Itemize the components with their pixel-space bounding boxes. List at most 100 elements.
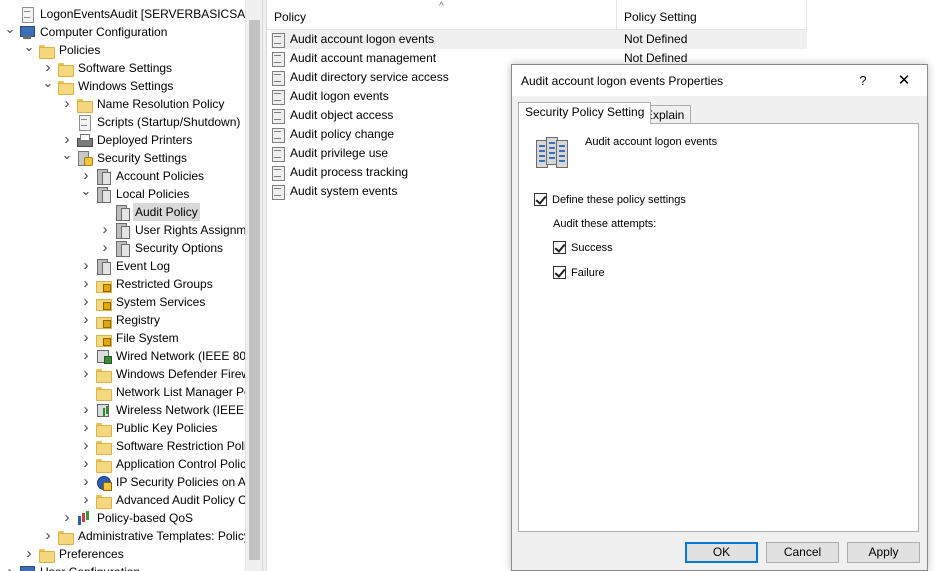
tree-node[interactable]: ⌄ Policies xyxy=(23,38,102,59)
tree-node-label: Public Key Policies xyxy=(116,421,218,435)
tree-node[interactable]: › Security Options xyxy=(99,239,225,257)
policy-row[interactable]: Audit account management Not Defined xyxy=(271,49,687,68)
policy-row[interactable]: Audit privilege use xyxy=(271,144,388,163)
tree-node[interactable]: › System Services xyxy=(80,293,207,311)
tree-node[interactable]: › Wireless Network (IEEE 802.11) Policies xyxy=(80,401,263,419)
policy-row[interactable]: Audit process tracking xyxy=(271,163,408,182)
tree-node[interactable]: ⌄ Local Policies xyxy=(80,182,191,203)
expand-chevron-icon[interactable]: › xyxy=(80,419,92,437)
column-header-policy-setting[interactable]: Policy Setting xyxy=(617,0,807,30)
success-checkbox[interactable] xyxy=(553,241,566,254)
policy-row[interactable]: Audit object access xyxy=(271,106,393,125)
expand-chevron-icon[interactable]: › xyxy=(80,437,92,455)
tree-node[interactable]: › Policy-based QoS xyxy=(61,509,195,527)
dialog-title: Audit account logon events Properties xyxy=(521,74,724,88)
tree-node[interactable]: Audit Policy xyxy=(99,203,200,221)
locked-folder-icon xyxy=(95,312,112,329)
failure-checkbox[interactable] xyxy=(553,266,566,279)
dialog-titlebar[interactable]: Audit account logon events Properties ? … xyxy=(512,65,927,96)
expand-chevron-icon[interactable]: › xyxy=(23,545,35,563)
tree-node[interactable]: › Software Restriction Policies xyxy=(80,437,262,455)
expand-chevron-icon[interactable]: › xyxy=(61,509,73,527)
expand-chevron-icon[interactable]: › xyxy=(80,491,92,509)
collapse-chevron-icon[interactable]: ⌄ xyxy=(4,20,16,38)
tree-node[interactable]: Network List Manager Policies xyxy=(80,383,262,401)
tree-node[interactable]: › Registry xyxy=(80,311,162,329)
folder-icon xyxy=(95,366,112,383)
expand-chevron-icon[interactable]: › xyxy=(99,221,111,239)
tree-node[interactable]: › Deployed Printers xyxy=(61,131,194,149)
tree-node[interactable]: › File System xyxy=(80,329,181,347)
define-policy-checkbox[interactable] xyxy=(534,193,547,206)
tree-node[interactable]: › Advanced Audit Policy Configuration xyxy=(80,491,262,509)
tree-node[interactable]: › Wired Network (IEEE 802.3) Policies xyxy=(80,347,262,365)
collapse-chevron-icon[interactable]: ⌄ xyxy=(61,146,73,164)
policy-row[interactable]: Audit logon events xyxy=(271,87,389,106)
ok-button[interactable]: OK xyxy=(685,542,758,563)
expand-chevron-icon[interactable]: › xyxy=(80,455,92,473)
tree-node-label: Security Settings xyxy=(97,151,188,165)
success-checkbox-row[interactable]: Success xyxy=(553,241,613,254)
define-policy-label[interactable]: Define these policy settings xyxy=(552,194,686,206)
expand-chevron-icon[interactable]: › xyxy=(80,293,92,311)
policy-row[interactable]: Audit system events xyxy=(271,182,397,201)
tree-node[interactable]: › Software Settings xyxy=(42,59,174,77)
tree-node[interactable]: › IP Security Policies on Active Director… xyxy=(80,473,262,491)
expand-chevron-icon[interactable]: › xyxy=(80,257,92,275)
tab-security-policy-setting[interactable]: Security Policy Setting xyxy=(518,102,652,124)
expand-chevron-icon[interactable]: › xyxy=(61,95,73,113)
tree-node-label: Restricted Groups xyxy=(116,277,213,291)
tree-node[interactable]: Scripts (Startup/Shutdown) xyxy=(61,113,242,131)
tree-node[interactable]: LogonEventsAudit [SERVERBASICSAD.INFO] xyxy=(4,5,262,23)
tree-node[interactable]: ⌄ Security Settings xyxy=(61,146,189,167)
collapse-chevron-icon[interactable]: ⌄ xyxy=(42,74,54,92)
define-policy-checkbox-row[interactable]: Define these policy settings xyxy=(534,193,686,206)
policy-name: Audit system events xyxy=(290,184,398,198)
expand-chevron-icon[interactable]: › xyxy=(80,275,92,293)
expand-chevron-icon[interactable]: › xyxy=(4,563,16,571)
tree-node[interactable]: › Restricted Groups xyxy=(80,275,215,293)
collapse-chevron-icon[interactable]: ⌄ xyxy=(23,38,35,56)
tree-scrollbar-thumb[interactable] xyxy=(249,20,260,560)
qos-chart-icon xyxy=(76,510,92,526)
expand-chevron-icon[interactable]: › xyxy=(80,401,92,419)
printer-icon xyxy=(76,132,93,148)
apply-button[interactable]: Apply xyxy=(847,542,920,563)
tree-node[interactable]: ⌄ Windows Settings xyxy=(42,74,175,95)
help-button[interactable]: ? xyxy=(852,70,874,92)
failure-label[interactable]: Failure xyxy=(571,267,605,279)
policy-stack-icon xyxy=(114,240,130,257)
policy-row[interactable]: Audit account logon events Not Defined xyxy=(271,30,807,49)
cancel-button[interactable]: Cancel xyxy=(766,542,839,563)
close-button[interactable]: ✕ xyxy=(892,70,916,92)
tree-node[interactable]: › Windows Defender Firewall with Advanced… xyxy=(80,365,262,383)
audit-policy-icon xyxy=(271,127,285,143)
expand-chevron-icon[interactable]: › xyxy=(80,329,92,347)
policy-stack-icon xyxy=(95,168,111,185)
expand-chevron-icon[interactable]: › xyxy=(80,473,92,491)
expand-chevron-icon[interactable]: › xyxy=(99,239,111,257)
tree-node[interactable]: › User Rights Assignment xyxy=(99,221,262,239)
tree-node[interactable]: › Application Control Policies xyxy=(80,455,262,473)
tree-node[interactable]: › Event Log xyxy=(80,257,172,275)
sort-ascending-icon: ^ xyxy=(439,1,444,12)
audit-policy-icon xyxy=(271,108,285,124)
success-label[interactable]: Success xyxy=(571,242,613,254)
expand-chevron-icon[interactable]: › xyxy=(80,311,92,329)
tree-node[interactable]: › Preferences xyxy=(23,545,126,563)
policy-stack-icon xyxy=(95,186,111,203)
tree-node[interactable]: › User Configuration xyxy=(4,563,142,571)
failure-checkbox-row[interactable]: Failure xyxy=(553,266,605,279)
expand-chevron-icon[interactable]: › xyxy=(80,365,92,383)
policy-row[interactable]: Audit policy change xyxy=(271,125,394,144)
expand-chevron-icon[interactable]: › xyxy=(80,347,92,365)
tree-scrollbar[interactable] xyxy=(245,0,262,571)
tree-node[interactable]: › Public Key Policies xyxy=(80,419,219,437)
tree-node[interactable]: › Administrative Templates: Policy defini… xyxy=(42,527,262,545)
expand-chevron-icon[interactable]: › xyxy=(42,527,54,545)
tree-node[interactable]: › Name Resolution Policy xyxy=(61,95,226,113)
policy-row[interactable]: Audit directory service access xyxy=(271,68,449,87)
collapse-chevron-icon[interactable]: ⌄ xyxy=(80,182,92,200)
tree-node[interactable]: › Account Policies xyxy=(80,167,206,185)
locked-folder-icon xyxy=(95,276,112,293)
